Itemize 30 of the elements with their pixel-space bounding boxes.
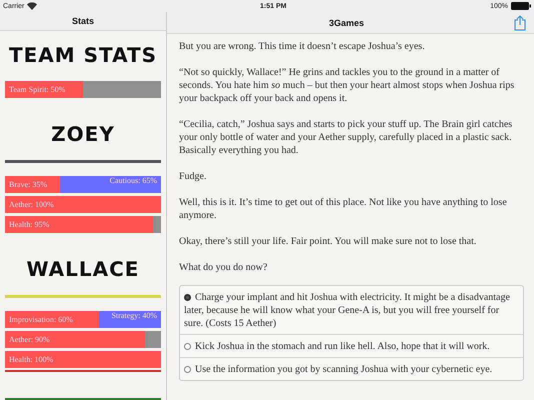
nav-title: Stats — [72, 16, 94, 26]
radio-button[interactable] — [184, 343, 191, 350]
story-paragraph: “Not so quickly, Wallace!” He grins and tackles you to the ground in a matter of seconds. You hate him so much – but then your heart almost stops when Joshua rips your backpack off your back and opens it. — [179, 66, 516, 105]
radio-button[interactable] — [184, 294, 191, 301]
meter-label: Aether: 90% — [8, 335, 51, 344]
nav-title: 3Games — [328, 18, 364, 28]
meter-label: Strategy: 40% — [110, 311, 158, 322]
meter-label: Health: 95% — [8, 220, 50, 229]
story-paragraph: Okay, there’s still your life. Fair point. You will make sure not to lose that. — [179, 235, 478, 248]
story-paragraph: “Cecilia, catch,” Joshua says and starts to pick your stuff up. The Brain girl catches your only bottle of water and your Aether supply, carefully placed in a plastic sack. Basically everything you had. — [179, 118, 514, 157]
story-paragraph: Fudge. — [179, 170, 208, 183]
meter-label: Team Spirit: 50% — [8, 85, 66, 94]
meter-label: Cautious: 65% — [108, 176, 158, 187]
choice-option[interactable]: Kick Joshua in the stomach and run like hell. Also, hope that it will work. — [180, 334, 523, 357]
character-name: ZOEY — [50, 121, 116, 148]
character-name: WALLACE — [26, 256, 140, 283]
story-paragraph: What do you do now? — [179, 261, 268, 274]
story-paragraph: Well, this is it. It’s time to get out of this place. Not like you have anything to lose anymore. — [179, 196, 508, 222]
battery-icon — [511, 2, 531, 10]
choice-option[interactable]: Charge your implant and hit Joshua with electricity. It might be a disadvantage later, because he will know what your Gene-A is, but you will free yourself for sure. (Costs 15 Aether) — [180, 286, 523, 334]
meter-label: Brave: 35% — [8, 180, 48, 189]
meter-label: Aether: 100% — [8, 200, 55, 209]
story-paragraph: But you are wrong. This time it doesn’t escape Joshua’s eyes. — [179, 40, 426, 53]
choice-option[interactable]: Use the information you got by scanning Joshua with your cybernetic eye. — [180, 357, 523, 380]
meter-label: Health: 100% — [8, 355, 54, 364]
section-heading: TEAM STATS — [8, 42, 158, 69]
share-icon[interactable] — [514, 14, 526, 30]
radio-button[interactable] — [184, 366, 191, 373]
wifi-icon — [27, 2, 38, 10]
meter-label: Improvisation: 60% — [8, 315, 74, 324]
